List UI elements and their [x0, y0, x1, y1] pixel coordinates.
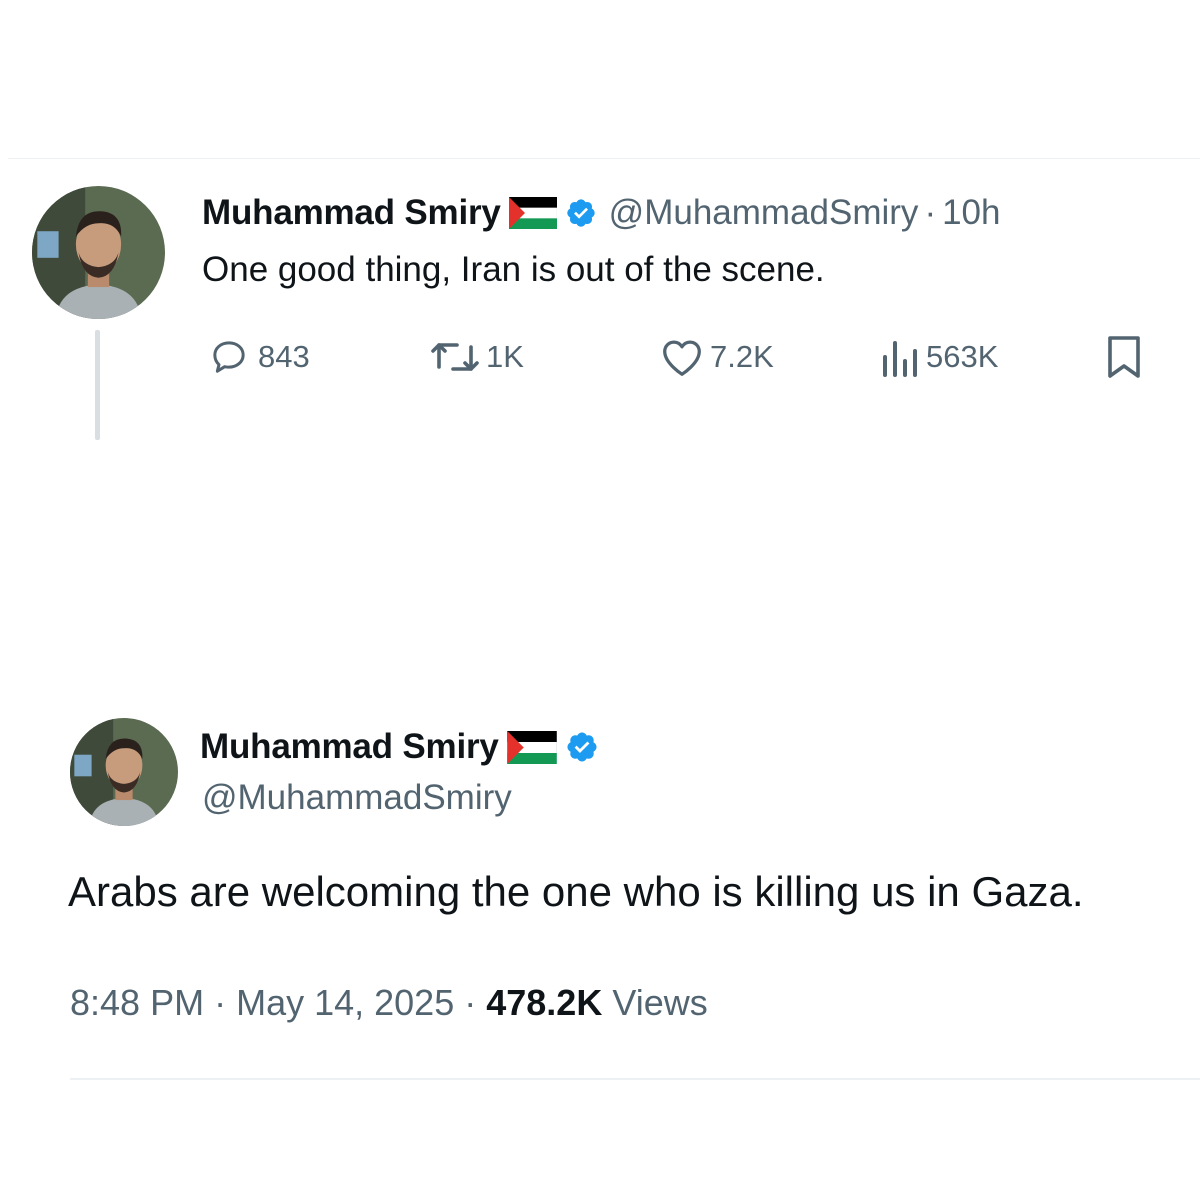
views-count[interactable]: 478.2K: [486, 982, 602, 1023]
avatar[interactable]: [70, 718, 178, 826]
bottom-divider: [70, 1078, 1200, 1080]
like-count: 7.2K: [710, 339, 774, 374]
bookmark-icon: [1104, 335, 1148, 379]
reply-button[interactable]: 843: [204, 334, 310, 380]
tweet-header: Muhammad Smiry @MuhammadSmiry · 10h: [202, 188, 1001, 238]
avatar[interactable]: [32, 186, 165, 319]
tweet-metadata: 8:48 PM · May 14, 2025 · 478.2K Views: [70, 982, 708, 1024]
repost-button[interactable]: 1K: [428, 334, 524, 380]
views-button[interactable]: 563K: [876, 334, 998, 380]
verified-badge-icon[interactable]: [565, 730, 599, 764]
tweet-time[interactable]: 8:48 PM: [70, 982, 204, 1023]
reply-count: 843: [258, 339, 310, 374]
separator-dot: ·: [204, 982, 237, 1023]
display-name[interactable]: Muhammad Smiry: [202, 193, 501, 233]
separator-dot: ·: [454, 982, 487, 1023]
separator-dot: ·: [924, 193, 937, 232]
tweet-text: One good thing, Iran is out of the scene…: [202, 250, 825, 289]
display-name[interactable]: Muhammad Smiry: [200, 727, 499, 767]
verified-badge-icon[interactable]: [565, 197, 597, 229]
bookmark-button[interactable]: [1104, 334, 1148, 380]
views-icon: [876, 337, 926, 377]
like-button[interactable]: 7.2K: [658, 334, 774, 380]
tweet-text: Arabs are welcoming the one who is killi…: [68, 868, 1084, 915]
views-count: 563K: [926, 339, 999, 374]
palestine-flag-icon: [508, 197, 557, 229]
repost-icon: [428, 337, 486, 377]
user-handle[interactable]: @MuhammadSmiry: [202, 778, 512, 818]
top-divider: [8, 158, 1200, 159]
tweet-date[interactable]: May 14, 2025: [236, 982, 454, 1023]
reply-icon: [204, 337, 258, 377]
views-label: Views: [602, 982, 708, 1023]
timestamp[interactable]: 10h: [942, 193, 1000, 233]
palestine-flag-icon: [506, 730, 557, 764]
tweet-header: Muhammad Smiry: [200, 722, 599, 772]
thread-line: [95, 330, 100, 440]
like-icon: [658, 337, 710, 377]
user-handle[interactable]: @MuhammadSmiry: [609, 193, 919, 233]
repost-count: 1K: [486, 339, 524, 374]
